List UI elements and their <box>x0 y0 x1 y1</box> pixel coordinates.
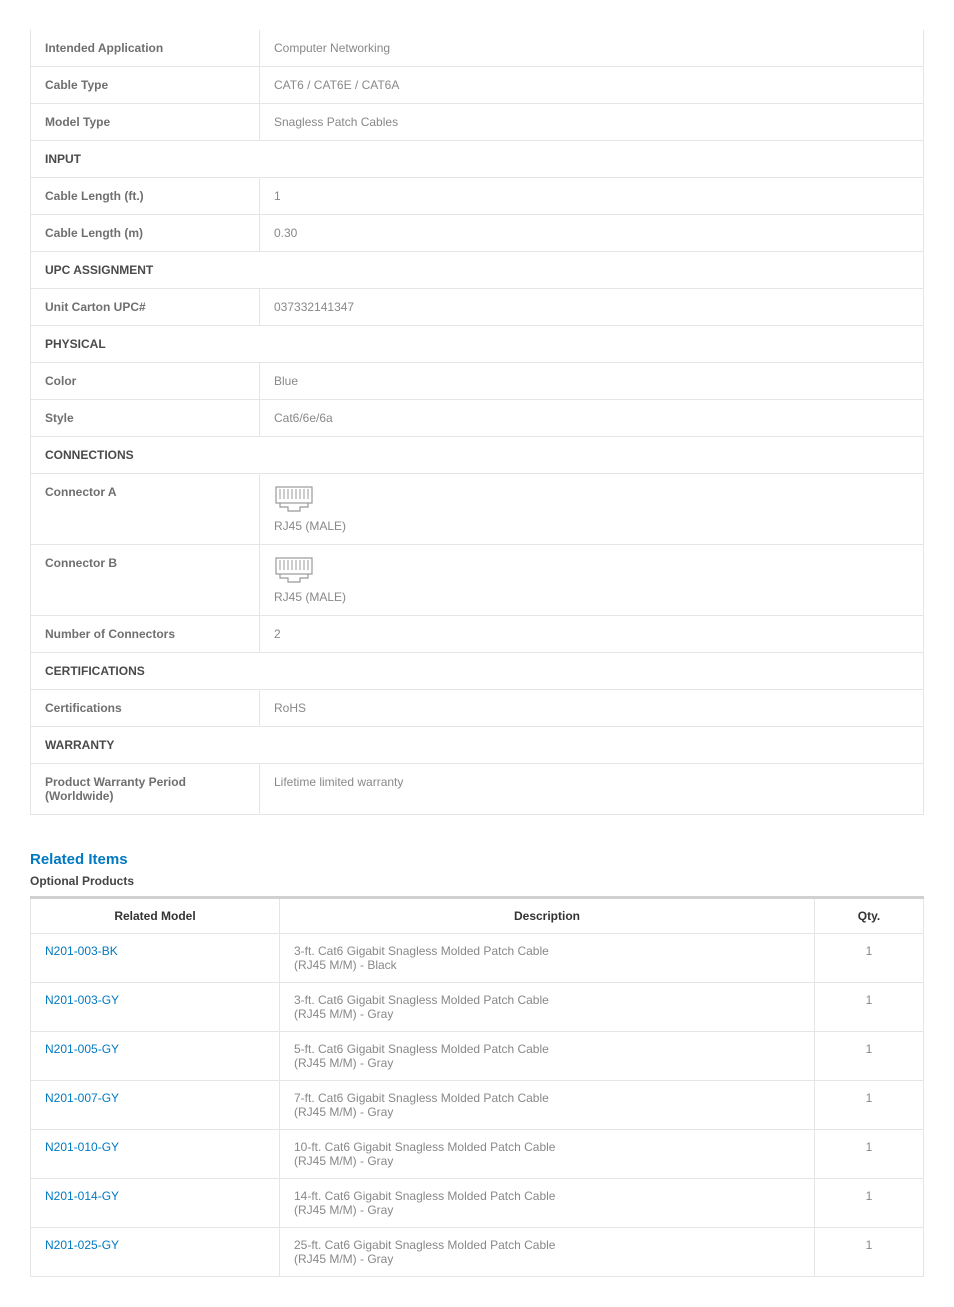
section-upc: UPC ASSIGNMENT <box>31 252 923 289</box>
related-description-cell: 3-ft. Cat6 Gigabit Snagless Molded Patch… <box>280 983 815 1032</box>
col-header-model: Related Model <box>31 898 280 934</box>
col-header-description: Description <box>280 898 815 934</box>
rj45-connector-icon <box>274 556 314 588</box>
label-connector-b: Connector B <box>31 545 260 616</box>
row-intended-application: Intended Application Computer Networking <box>31 30 923 67</box>
related-model-link[interactable]: N201-003-GY <box>45 993 119 1007</box>
related-model-cell: N201-010-GY <box>31 1130 280 1179</box>
value-connector-a: RJ45 (MALE) <box>260 474 923 545</box>
related-model-cell: N201-005-GY <box>31 1032 280 1081</box>
value-style: Cat6/6e/6a <box>260 400 923 437</box>
section-physical: PHYSICAL <box>31 326 923 363</box>
related-model-link[interactable]: N201-007-GY <box>45 1091 119 1105</box>
related-products-table: Related Model Description Qty. N201-003-… <box>30 896 924 1277</box>
related-row: N201-005-GY 5-ft. Cat6 Gigabit Snagless M… <box>31 1032 924 1081</box>
label-num-connectors: Number of Connectors <box>31 616 260 653</box>
row-warranty-period: Product Warranty Period (Worldwide) Life… <box>31 764 923 815</box>
value-unit-carton-upc: 037332141347 <box>260 289 923 326</box>
section-warranty-label: WARRANTY <box>31 727 923 764</box>
related-model-cell: N201-003-BK <box>31 934 280 983</box>
section-certifications: CERTIFICATIONS <box>31 653 923 690</box>
related-description-cell: 7-ft. Cat6 Gigabit Snagless Molded Patch… <box>280 1081 815 1130</box>
value-connector-b: RJ45 (MALE) <box>260 545 923 616</box>
value-cable-length-ft: 1 <box>260 178 923 215</box>
related-row: N201-014-GY 14-ft. Cat6 Gigabit Snagless … <box>31 1179 924 1228</box>
row-color: Color Blue <box>31 363 923 400</box>
label-cable-length-m: Cable Length (m) <box>31 215 260 252</box>
label-style: Style <box>31 400 260 437</box>
related-row: N201-007-GY 7-ft. Cat6 Gigabit Snagless M… <box>31 1081 924 1130</box>
row-connector-a: Connector A RJ45 (MALE) <box>31 474 923 545</box>
related-description-cell: 14-ft. Cat6 Gigabit Snagless Molded Patc… <box>280 1179 815 1228</box>
label-cable-length-ft: Cable Length (ft.) <box>31 178 260 215</box>
value-color: Blue <box>260 363 923 400</box>
label-cable-type: Cable Type <box>31 67 260 104</box>
related-qty-cell: 1 <box>815 1032 924 1081</box>
connector-b-text: RJ45 (MALE) <box>274 590 909 604</box>
related-row: N201-010-GY 10-ft. Cat6 Gigabit Snagless … <box>31 1130 924 1179</box>
label-warranty-period: Product Warranty Period (Worldwide) <box>31 764 260 815</box>
row-num-connectors: Number of Connectors 2 <box>31 616 923 653</box>
section-input: INPUT <box>31 141 923 178</box>
col-header-qty: Qty. <box>815 898 924 934</box>
label-intended-application: Intended Application <box>31 30 260 67</box>
related-qty-cell: 1 <box>815 1081 924 1130</box>
label-color: Color <box>31 363 260 400</box>
value-cable-length-m: 0.30 <box>260 215 923 252</box>
row-model-type: Model Type Snagless Patch Cables <box>31 104 923 141</box>
related-description-cell: 3-ft. Cat6 Gigabit Snagless Molded Patch… <box>280 934 815 983</box>
related-model-link[interactable]: N201-025-GY <box>45 1238 119 1252</box>
row-cable-length-m: Cable Length (m) 0.30 <box>31 215 923 252</box>
section-connections: CONNECTIONS <box>31 437 923 474</box>
row-connector-b: Connector B RJ45 (MALE) <box>31 545 923 616</box>
label-unit-carton-upc: Unit Carton UPC# <box>31 289 260 326</box>
section-physical-label: PHYSICAL <box>31 326 923 363</box>
connector-a-text: RJ45 (MALE) <box>274 519 909 533</box>
related-qty-cell: 1 <box>815 1179 924 1228</box>
related-model-cell: N201-007-GY <box>31 1081 280 1130</box>
related-qty-cell: 1 <box>815 934 924 983</box>
value-warranty-period: Lifetime limited warranty <box>260 764 923 815</box>
related-header-row: Related Model Description Qty. <box>31 898 924 934</box>
spec-table: Intended Application Computer Networking… <box>30 30 924 815</box>
related-model-link[interactable]: N201-005-GY <box>45 1042 119 1056</box>
rj45-connector-icon <box>274 485 314 517</box>
value-num-connectors: 2 <box>260 616 923 653</box>
row-style: Style Cat6/6e/6a <box>31 400 923 437</box>
section-input-label: INPUT <box>31 141 923 178</box>
related-row: N201-003-BK 3-ft. Cat6 Gigabit Snagless M… <box>31 934 924 983</box>
row-cable-length-ft: Cable Length (ft.) 1 <box>31 178 923 215</box>
label-certifications: Certifications <box>31 690 260 727</box>
related-model-cell: N201-003-GY <box>31 983 280 1032</box>
related-model-link[interactable]: N201-003-BK <box>45 944 118 958</box>
related-description-cell: 10-ft. Cat6 Gigabit Snagless Molded Patc… <box>280 1130 815 1179</box>
related-model-link[interactable]: N201-014-GY <box>45 1189 119 1203</box>
label-model-type: Model Type <box>31 104 260 141</box>
related-items-heading: Related Items <box>30 851 924 868</box>
section-upc-label: UPC ASSIGNMENT <box>31 252 923 289</box>
section-connections-label: CONNECTIONS <box>31 437 923 474</box>
related-row: N201-003-GY 3-ft. Cat6 Gigabit Snagless M… <box>31 983 924 1032</box>
label-connector-a: Connector A <box>31 474 260 545</box>
related-model-cell: N201-014-GY <box>31 1179 280 1228</box>
row-unit-carton-upc: Unit Carton UPC# 037332141347 <box>31 289 923 326</box>
optional-products-heading: Optional Products <box>30 874 924 888</box>
related-description-cell: 5-ft. Cat6 Gigabit Snagless Molded Patch… <box>280 1032 815 1081</box>
section-warranty: WARRANTY <box>31 727 923 764</box>
row-cable-type: Cable Type CAT6 / CAT6E / CAT6A <box>31 67 923 104</box>
value-intended-application: Computer Networking <box>260 30 923 67</box>
related-model-link[interactable]: N201-010-GY <box>45 1140 119 1154</box>
value-cable-type: CAT6 / CAT6E / CAT6A <box>260 67 923 104</box>
row-certifications: Certifications RoHS <box>31 690 923 727</box>
value-certifications: RoHS <box>260 690 923 727</box>
value-model-type: Snagless Patch Cables <box>260 104 923 141</box>
related-qty-cell: 1 <box>815 983 924 1032</box>
section-certifications-label: CERTIFICATIONS <box>31 653 923 690</box>
related-qty-cell: 1 <box>815 1130 924 1179</box>
